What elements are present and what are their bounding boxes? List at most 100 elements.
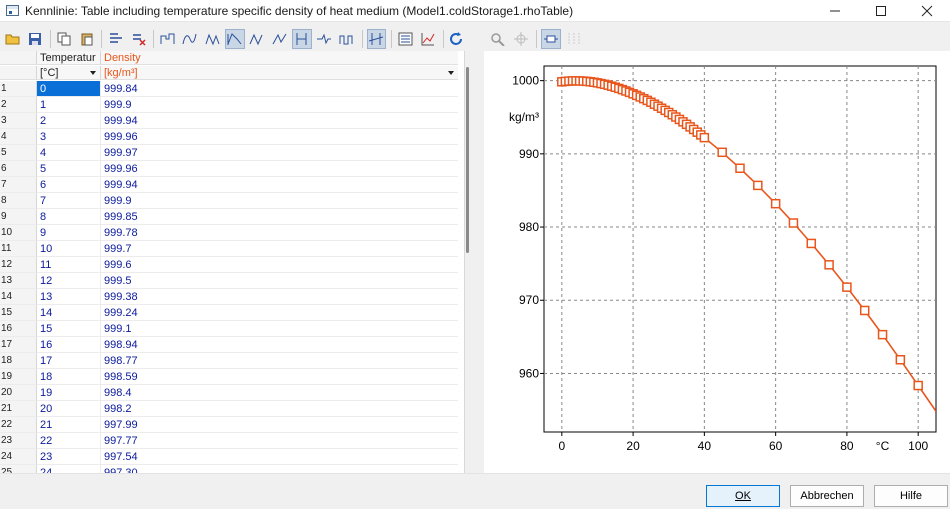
table-row[interactable]: 4 3 999.96 (0, 129, 464, 145)
cell-density[interactable]: 998.4 (101, 385, 458, 401)
cell-density[interactable]: 999.1 (101, 321, 458, 337)
periodic-button[interactable] (337, 29, 356, 49)
table-row[interactable]: 11 10 999.7 (0, 241, 464, 257)
table-row[interactable]: 20 19 998.4 (0, 385, 464, 401)
cell-temperature[interactable]: 6 (37, 177, 101, 193)
interp-poly-button[interactable] (248, 29, 267, 49)
cell-density[interactable]: 998.77 (101, 353, 458, 369)
cell-temperature[interactable]: 23 (37, 449, 101, 465)
cell-temperature[interactable]: 1 (37, 97, 101, 113)
table-row[interactable]: 23 22 997.77 (0, 433, 464, 449)
interp-linear-button[interactable] (225, 29, 245, 49)
cell-temperature[interactable]: 0 (37, 81, 101, 97)
data-point[interactable] (859, 305, 870, 316)
extrapolate-button[interactable] (315, 29, 334, 49)
cell-density[interactable]: 999.9 (101, 193, 458, 209)
properties-button[interactable] (396, 29, 415, 49)
cell-density[interactable]: 999.78 (101, 225, 458, 241)
delete-row-button[interactable] (129, 29, 148, 49)
table-row[interactable]: 10 9 999.78 (0, 225, 464, 241)
vertical-scrollbar[interactable] (466, 67, 469, 253)
ok-button[interactable]: OK (706, 485, 780, 507)
table-row[interactable]: 6 5 999.96 (0, 161, 464, 177)
table-row[interactable]: 14 13 999.38 (0, 289, 464, 305)
cell-temperature[interactable]: 13 (37, 289, 101, 305)
toggle-grid-button[interactable] (564, 29, 584, 49)
cell-temperature[interactable]: 12 (37, 273, 101, 289)
table-row[interactable]: 25 24 997.30 (0, 465, 464, 473)
data-point[interactable] (770, 198, 781, 209)
cell-temperature[interactable]: 19 (37, 385, 101, 401)
cell-temperature[interactable]: 15 (37, 321, 101, 337)
cell-temperature[interactable]: 24 (37, 465, 101, 473)
maximize-button[interactable] (858, 0, 904, 22)
cell-density[interactable]: 999.5 (101, 273, 458, 289)
interp-bezier-button[interactable] (270, 29, 289, 49)
table-row[interactable]: 17 16 998.94 (0, 337, 464, 353)
unit-select-density[interactable]: [kg/m³] (101, 66, 458, 80)
cell-temperature[interactable]: 10 (37, 241, 101, 257)
cell-temperature[interactable]: 14 (37, 305, 101, 321)
chart-settings-button[interactable] (418, 29, 437, 49)
cell-density[interactable]: 998.59 (101, 369, 458, 385)
interp-step-button[interactable] (158, 29, 177, 49)
interp-hold-button[interactable] (292, 29, 312, 49)
cell-density[interactable]: 999.84 (101, 81, 458, 97)
cell-density[interactable]: 998.94 (101, 337, 458, 353)
minimize-button[interactable] (812, 0, 858, 22)
table-row[interactable]: 16 15 999.1 (0, 321, 464, 337)
zoom-button[interactable] (488, 29, 508, 49)
table-row[interactable]: 5 4 999.97 (0, 145, 464, 161)
cell-temperature[interactable]: 20 (37, 401, 101, 417)
table-row[interactable]: 21 20 998.2 (0, 401, 464, 417)
cell-temperature[interactable]: 16 (37, 337, 101, 353)
open-button[interactable] (3, 29, 22, 49)
table-row[interactable]: 2 1 999.9 (0, 97, 464, 113)
pan-button[interactable] (511, 29, 531, 49)
cell-density[interactable]: 999.24 (101, 305, 458, 321)
help-button[interactable]: Hilfe (874, 485, 948, 507)
refresh-button[interactable] (448, 29, 467, 49)
cell-temperature[interactable]: 11 (37, 257, 101, 273)
cell-density[interactable]: 999.9 (101, 97, 458, 113)
cell-temperature[interactable]: 22 (37, 433, 101, 449)
table-row[interactable]: 24 23 997.54 (0, 449, 464, 465)
paste-button[interactable] (77, 29, 96, 49)
table-row[interactable]: 15 14 999.24 (0, 305, 464, 321)
table-row[interactable]: 18 17 998.77 (0, 353, 464, 369)
interp-spline-button[interactable] (181, 29, 200, 49)
cell-temperature[interactable]: 8 (37, 209, 101, 225)
cell-density[interactable]: 999.96 (101, 129, 458, 145)
cell-temperature[interactable]: 3 (37, 129, 101, 145)
cell-temperature[interactable]: 2 (37, 113, 101, 129)
insert-row-button[interactable] (106, 29, 125, 49)
cell-density[interactable]: 997.30 (101, 465, 458, 473)
cell-density[interactable]: 997.77 (101, 433, 458, 449)
data-point[interactable] (895, 355, 906, 365)
column-header-density[interactable]: Density (101, 51, 458, 65)
unit-select-temperature[interactable]: [°C] (37, 66, 101, 80)
cancel-button[interactable]: Abbrechen (790, 485, 864, 507)
table-row[interactable]: 22 21 997.99 (0, 417, 464, 433)
table-row[interactable]: 12 11 999.6 (0, 257, 464, 273)
column-header-temperature[interactable]: Temperatur (37, 51, 101, 65)
copy-button[interactable] (55, 29, 74, 49)
table-row[interactable]: 13 12 999.5 (0, 273, 464, 289)
cell-temperature[interactable]: 17 (37, 353, 101, 369)
fit-button[interactable] (541, 29, 561, 49)
close-button[interactable] (904, 0, 950, 22)
cell-temperature[interactable]: 21 (37, 417, 101, 433)
table-row[interactable]: 9 8 999.85 (0, 209, 464, 225)
table-row[interactable]: 8 7 999.9 (0, 193, 464, 209)
interp-akima-button[interactable] (203, 29, 222, 49)
data-point[interactable] (699, 132, 710, 143)
show-points-button[interactable] (366, 29, 386, 49)
cell-density[interactable]: 997.99 (101, 417, 458, 433)
data-point[interactable] (753, 180, 763, 191)
cell-density[interactable]: 999.94 (101, 177, 458, 193)
cell-temperature[interactable]: 9 (37, 225, 101, 241)
cell-density[interactable]: 999.7 (101, 241, 458, 257)
cell-density[interactable]: 997.54 (101, 449, 458, 465)
data-point[interactable] (735, 163, 745, 174)
data-point[interactable] (717, 147, 727, 158)
